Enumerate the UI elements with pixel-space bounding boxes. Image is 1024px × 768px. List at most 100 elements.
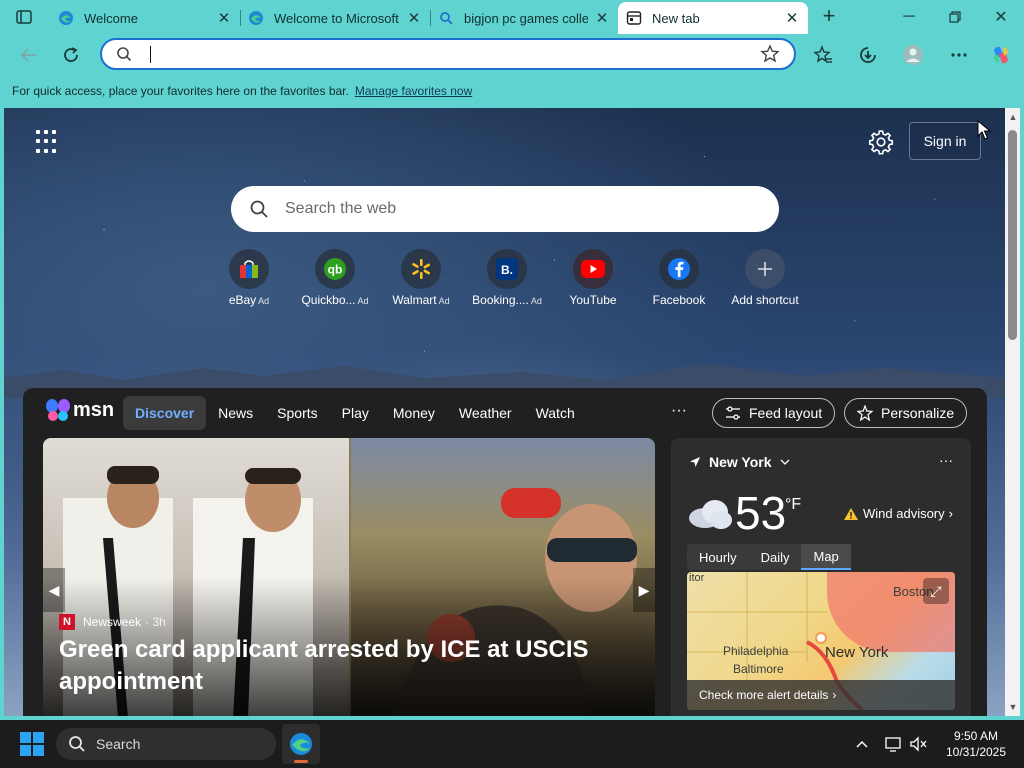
temperature-unit: °F — [785, 496, 802, 513]
nav-play[interactable]: Play — [330, 396, 381, 430]
tab-actions-menu-button[interactable] — [10, 7, 38, 27]
weather-tab-daily[interactable]: Daily — [749, 544, 802, 570]
avatar-icon — [903, 45, 923, 65]
shortcut-booking[interactable]: B. Booking.... Ad — [464, 249, 550, 307]
windows-logo-icon — [20, 732, 31, 743]
scroll-up-arrow-icon[interactable]: ▲ — [1008, 112, 1018, 122]
tab-welcome-microsoft-edge[interactable]: Welcome to Microsoft E ✕ — [240, 4, 430, 32]
expand-map-icon[interactable]: ⤢ — [923, 578, 949, 604]
web-search-placeholder: Search the web — [285, 200, 397, 217]
manage-favorites-link[interactable]: Manage favorites now — [355, 84, 472, 98]
sign-in-button[interactable]: Sign in — [909, 122, 981, 160]
tab-bigjon-search[interactable]: bigjon pc games collect ✕ — [430, 4, 618, 32]
close-tab-icon[interactable]: ✕ — [216, 10, 232, 27]
shortcut-quickbooks[interactable]: qb Quickbo... Ad — [292, 249, 378, 307]
start-button[interactable] — [20, 732, 44, 756]
weather-card[interactable]: New York ··· 53 °F Wind advisory › Hourl… — [671, 438, 971, 716]
nav-more-button[interactable]: ··· — [671, 402, 687, 420]
page-scrollbar[interactable]: ▲ ▼ — [1005, 108, 1020, 716]
add-shortcut-button[interactable]: Add shortcut — [722, 249, 808, 307]
weather-more-button[interactable]: ··· — [939, 452, 953, 468]
shortcut-youtube[interactable]: YouTube — [550, 249, 636, 307]
scroll-thumb[interactable] — [1008, 130, 1017, 340]
favorites-button[interactable] — [810, 42, 836, 68]
clock[interactable]: 9:50 AM 10/31/2025 — [936, 728, 1016, 760]
location-arrow-icon — [690, 457, 700, 467]
minimize-button[interactable]: ─ — [886, 4, 932, 30]
nav-news[interactable]: News — [206, 396, 265, 430]
volume-button[interactable] — [908, 734, 928, 754]
tab-new-tab[interactable]: New tab ✕ — [618, 2, 808, 34]
profile-button[interactable] — [900, 42, 926, 68]
alert-details-label: Check more alert details — [699, 688, 829, 702]
tab-title: Welcome to Microsoft E — [274, 10, 400, 26]
refresh-button[interactable] — [58, 42, 84, 68]
copilot-button[interactable] — [988, 42, 1014, 68]
web-search-box[interactable]: Search the web — [231, 186, 779, 232]
nav-money[interactable]: Money — [381, 396, 447, 430]
clock-date: 10/31/2025 — [945, 745, 1007, 759]
network-button[interactable] — [884, 734, 904, 754]
chevron-right-icon: › — [832, 688, 837, 702]
alert-details-link[interactable]: Check more alert details › — [687, 680, 955, 710]
close-tab-icon[interactable]: ✕ — [784, 10, 800, 27]
nav-watch[interactable]: Watch — [524, 396, 587, 430]
weather-tab-hourly[interactable]: Hourly — [687, 544, 749, 570]
quick-links: eBay Ad qb Quickbo... Ad Walmart Ad B. Book… — [228, 249, 808, 311]
restore-icon — [949, 11, 961, 23]
new-tab-button[interactable]: + — [818, 5, 840, 28]
show-hidden-icons-button[interactable] — [852, 734, 872, 754]
sliders-icon — [726, 406, 740, 420]
nav-discover[interactable]: Discover — [123, 396, 207, 430]
close-tab-icon[interactable]: ✕ — [594, 10, 610, 27]
carousel-next-button[interactable]: ▶ — [633, 568, 655, 612]
download-icon — [860, 47, 876, 63]
shortcut-label: Quickbo... — [301, 293, 356, 307]
carousel-prev-button[interactable]: ◀ — [43, 568, 65, 612]
weather-location[interactable]: New York — [689, 454, 790, 470]
shortcut-walmart[interactable]: Walmart Ad — [378, 249, 464, 307]
personalize-button[interactable]: Personalize — [844, 398, 968, 428]
hero-story-card[interactable]: ◀ ▶ N Newsweek · 3h Green card applicant… — [43, 438, 655, 716]
nav-weather[interactable]: Weather — [447, 396, 524, 430]
svg-text:qb: qb — [328, 263, 343, 277]
ad-label: Ad — [438, 296, 450, 306]
address-bar[interactable] — [100, 38, 796, 70]
story-headline[interactable]: Green card applicant arrested by ICE at … — [59, 634, 619, 698]
weather-tab-map[interactable]: Map — [801, 544, 851, 570]
settings-and-more-button[interactable] — [946, 42, 972, 68]
back-arrow-icon — [20, 48, 36, 62]
plus-icon — [745, 249, 785, 289]
chevron-up-icon — [856, 740, 868, 748]
current-location-marker-icon — [815, 632, 827, 644]
tab-welcome[interactable]: Welcome ✕ — [50, 4, 240, 32]
wind-advisory-link[interactable]: Wind advisory › — [843, 506, 953, 521]
tab-title: New tab — [652, 10, 700, 26]
restore-button[interactable] — [932, 4, 978, 30]
nav-sports[interactable]: Sports — [265, 396, 329, 430]
ad-label: Ad — [357, 296, 369, 306]
close-window-button[interactable]: ✕ — [978, 4, 1024, 30]
weather-alert-map[interactable]: itor Boston Philadelphia Baltimore New Y… — [687, 572, 955, 710]
edge-icon — [290, 733, 312, 755]
shortcut-label: eBay — [228, 293, 257, 307]
taskbar-search[interactable]: Search — [56, 728, 276, 760]
address-input[interactable] — [148, 45, 748, 65]
taskbar-edge-button[interactable] — [282, 724, 320, 764]
favorites-bar-hint: For quick access, place your favorites h… — [12, 84, 349, 98]
msn-logo[interactable]: msn — [45, 398, 114, 422]
downloads-button[interactable] — [855, 42, 881, 68]
close-tab-icon[interactable]: ✕ — [406, 10, 422, 27]
map-label-philadelphia: Philadelphia — [723, 644, 789, 658]
back-button[interactable] — [16, 42, 42, 68]
feed-layout-button[interactable]: Feed layout — [712, 398, 836, 428]
favorites-bar: For quick access, place your favorites h… — [0, 74, 1024, 108]
shortcut-ebay[interactable]: eBay Ad — [206, 249, 292, 307]
app-launcher-icon[interactable] — [36, 130, 60, 154]
page-settings-button[interactable] — [868, 129, 894, 155]
scroll-down-arrow-icon[interactable]: ▼ — [1008, 702, 1018, 712]
copilot-icon — [994, 46, 1008, 64]
shortcut-facebook[interactable]: Facebook — [636, 249, 722, 307]
add-favorite-star-icon[interactable] — [760, 44, 780, 69]
network-monitor-icon — [885, 737, 901, 752]
